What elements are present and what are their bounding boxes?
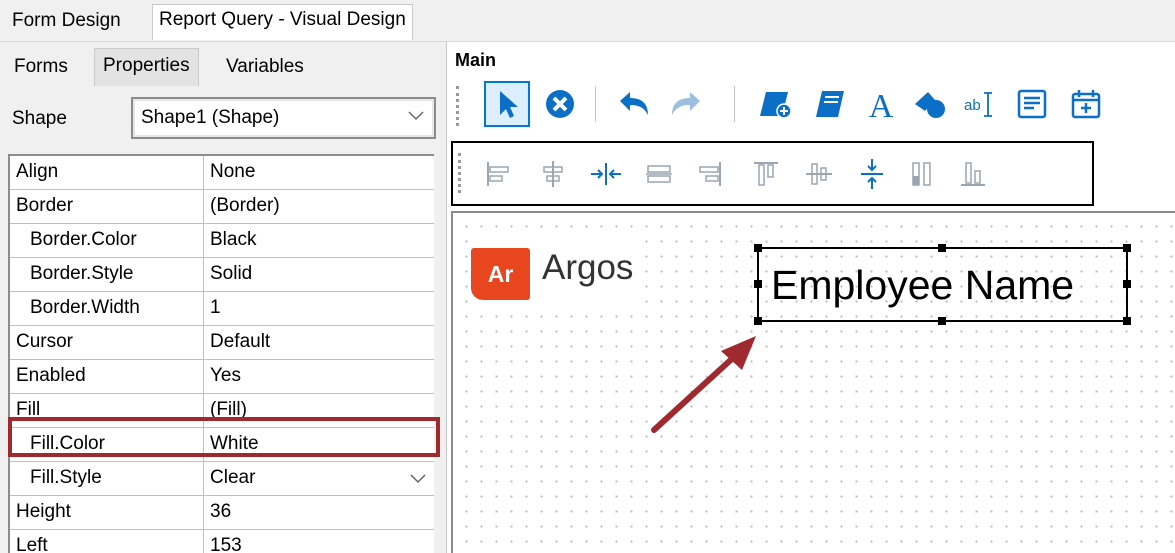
shape-icon[interactable] — [907, 81, 953, 127]
pointer-icon[interactable] — [484, 81, 530, 127]
resize-handle[interactable] — [1123, 317, 1131, 325]
same-width-icon[interactable] — [899, 151, 945, 197]
resize-handle[interactable] — [1123, 280, 1131, 288]
property-row-enabled[interactable]: Enabled Yes — [10, 360, 434, 394]
align-middle-vertical-icon[interactable] — [796, 151, 842, 197]
property-row-fill-style[interactable]: Fill.Style Clear — [10, 462, 434, 496]
tab-properties[interactable]: Properties — [94, 48, 199, 86]
toolbar-grip[interactable] — [456, 86, 460, 126]
align-center-icon[interactable] — [530, 151, 576, 197]
toolbar-grip[interactable] — [458, 153, 462, 193]
tab-form-design[interactable]: Form Design — [6, 6, 127, 38]
center-vertical-icon[interactable] — [849, 151, 895, 197]
toolbar-title: Main — [455, 50, 497, 70]
svg-text:A: A — [869, 88, 894, 121]
toolbar-separator — [595, 86, 596, 122]
main-toolbar: A ab — [451, 76, 1175, 136]
property-row-border-color[interactable]: Border.Color Black — [10, 224, 434, 258]
textbox-icon[interactable]: ab — [957, 81, 1003, 127]
book-icon[interactable] — [807, 81, 853, 127]
tab-variables[interactable]: Variables — [218, 52, 312, 84]
property-row-cursor[interactable]: Cursor Default — [10, 326, 434, 360]
object-select-value: Shape1 (Shape) — [141, 107, 280, 128]
chevron-down-icon — [408, 111, 424, 121]
align-top-icon[interactable] — [743, 151, 789, 197]
annotation-arrow-icon — [651, 336, 756, 433]
resize-handle[interactable] — [1123, 244, 1131, 252]
property-row-border-width[interactable]: Border.Width 1 — [10, 292, 434, 326]
redo-icon[interactable] — [663, 81, 709, 127]
object-select[interactable]: Shape1 (Shape) — [131, 97, 436, 139]
argos-logo[interactable]: Ar Argos — [468, 228, 640, 314]
align-right-icon[interactable] — [687, 151, 733, 197]
memo-icon[interactable] — [1009, 81, 1055, 127]
resize-handle[interactable] — [754, 280, 762, 288]
svg-text:ab: ab — [964, 97, 981, 114]
tab-forms[interactable]: Forms — [6, 52, 76, 84]
calendar-icon[interactable] — [1063, 81, 1109, 127]
employee-name-shape[interactable]: Employee Name — [757, 247, 1128, 322]
resize-handle[interactable] — [754, 317, 762, 325]
property-row-align[interactable]: Align None — [10, 156, 434, 190]
logo-badge: Ar — [471, 248, 530, 300]
text-icon[interactable]: A — [858, 81, 904, 127]
new-report-icon[interactable] — [753, 81, 799, 127]
property-row-height[interactable]: Height 36 — [10, 496, 434, 530]
resize-handle[interactable] — [938, 244, 946, 252]
chevron-down-icon[interactable] — [410, 474, 426, 484]
center-horizontal-icon[interactable] — [583, 151, 629, 197]
shape-label: Shape — [12, 108, 67, 129]
undo-icon[interactable] — [611, 81, 657, 127]
tab-report-query-visual-design[interactable]: Report Query - Visual Design — [152, 4, 413, 40]
property-row-left[interactable]: Left 153 — [10, 530, 434, 553]
resize-handle[interactable] — [938, 317, 946, 325]
employee-name-label: Employee Name — [771, 262, 1075, 308]
property-grid: Align None Border (Border) Border.Color Bla… — [8, 154, 434, 553]
align-bottom-icon[interactable] — [950, 151, 996, 197]
properties-panel: Forms Properties Variables Shape Shape1 … — [0, 42, 447, 553]
top-tab-bar: Form Design Report Query - Visual Design — [0, 0, 1175, 42]
align-middle-icon[interactable] — [636, 151, 682, 197]
toolbar-separator — [734, 86, 735, 122]
align-left-icon[interactable] — [475, 151, 521, 197]
alignment-toolbar — [451, 141, 1094, 206]
panel-tabs: Forms Properties Variables — [0, 42, 447, 86]
logo-text: Argos — [542, 248, 634, 287]
property-row-fill[interactable]: Fill (Fill) — [10, 394, 434, 428]
property-row-border[interactable]: Border (Border) — [10, 190, 434, 224]
property-row-border-style[interactable]: Border.Style Solid — [10, 258, 434, 292]
cancel-icon[interactable] — [537, 81, 583, 127]
resize-handle[interactable] — [754, 244, 762, 252]
property-row-fill-color[interactable]: Fill.Color White — [10, 428, 434, 462]
